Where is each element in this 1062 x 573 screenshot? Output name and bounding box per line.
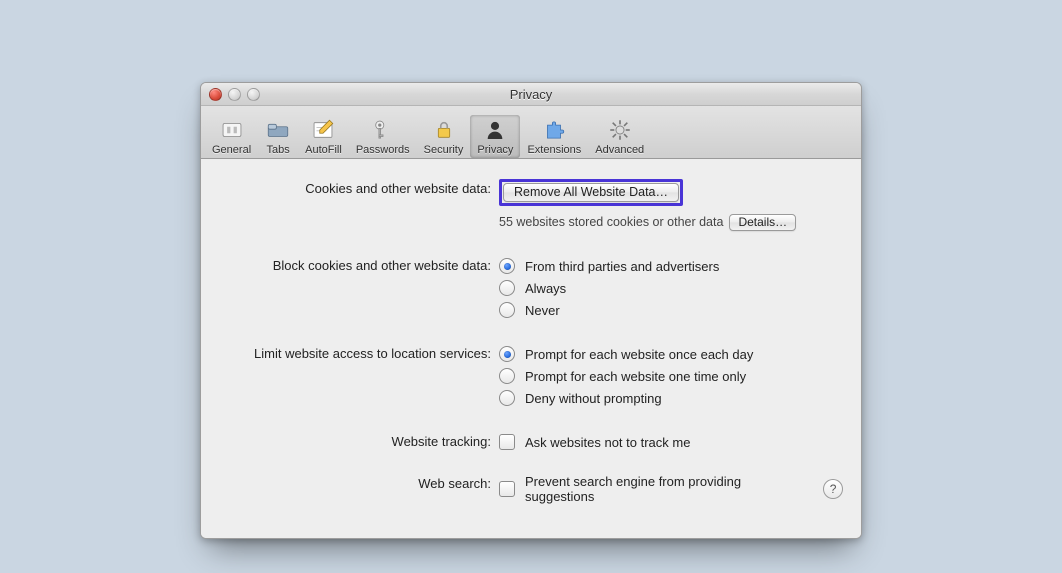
toolbar-label: Security xyxy=(424,144,464,156)
toolbar-label: Advanced xyxy=(595,144,644,156)
radio-location-daily[interactable] xyxy=(499,346,515,362)
highlight: Remove All Website Data… xyxy=(499,179,683,206)
help-button[interactable]: ? xyxy=(823,479,843,499)
pencil-form-icon xyxy=(310,117,336,143)
toolbar-label: Extensions xyxy=(527,144,581,156)
titlebar: Privacy xyxy=(201,83,861,106)
radio-block-never[interactable] xyxy=(499,302,515,318)
privacy-pane: Cookies and other website data: Remove A… xyxy=(201,159,861,538)
label-websearch: Web search: xyxy=(219,474,499,491)
toolbar-tab-general[interactable]: General xyxy=(205,115,258,158)
toolbar-tab-privacy[interactable]: Privacy xyxy=(470,115,520,158)
radio-label: Prompt for each website one time only xyxy=(525,369,746,384)
label-cookies: Cookies and other website data: xyxy=(219,179,499,196)
row-block-cookies: Block cookies and other website data: Fr… xyxy=(219,256,843,320)
toolbar-tab-advanced[interactable]: Advanced xyxy=(588,115,651,158)
toolbar-tab-security[interactable]: Security xyxy=(417,115,471,158)
row-cookies: Cookies and other website data: Remove A… xyxy=(219,179,843,232)
radio-label: Deny without prompting xyxy=(525,391,662,406)
radio-block-always[interactable] xyxy=(499,280,515,296)
toolbar-label: Tabs xyxy=(267,144,290,156)
window-controls xyxy=(209,88,260,101)
checkbox-label: Prevent search engine from providing sug… xyxy=(525,474,811,504)
toolbar-tab-extensions[interactable]: Extensions xyxy=(520,115,588,158)
radio-block-third-parties[interactable] xyxy=(499,258,515,274)
checkbox-label: Ask websites not to track me xyxy=(525,435,690,450)
cookies-status-text: 55 websites stored cookies or other data xyxy=(499,215,723,229)
radio-label: Always xyxy=(525,281,566,296)
label-location: Limit website access to location service… xyxy=(219,344,499,361)
tabs-icon xyxy=(265,117,291,143)
radio-location-deny[interactable] xyxy=(499,390,515,406)
checkbox-do-not-track[interactable] xyxy=(499,434,515,450)
details-button[interactable]: Details… xyxy=(729,214,796,231)
preferences-window: Privacy General Tabs AutoFill Passw xyxy=(200,82,862,539)
close-window-button[interactable] xyxy=(209,88,222,101)
switch-icon xyxy=(219,117,245,143)
silhouette-icon xyxy=(482,117,508,143)
toolbar-label: Passwords xyxy=(356,144,410,156)
row-websearch: Web search: Prevent search engine from p… xyxy=(219,474,843,504)
radio-label: From third parties and advertisers xyxy=(525,259,719,274)
toolbar-tab-tabs[interactable]: Tabs xyxy=(258,115,298,158)
window-title: Privacy xyxy=(201,87,861,102)
toolbar-tab-autofill[interactable]: AutoFill xyxy=(298,115,349,158)
row-location: Limit website access to location service… xyxy=(219,344,843,408)
toolbar-tab-passwords[interactable]: Passwords xyxy=(349,115,417,158)
remove-all-website-data-button[interactable]: Remove All Website Data… xyxy=(503,183,679,202)
preferences-toolbar: General Tabs AutoFill Passwords Security xyxy=(201,106,861,159)
puzzle-icon xyxy=(541,117,567,143)
gear-icon xyxy=(607,117,633,143)
radio-label: Never xyxy=(525,303,560,318)
toolbar-label: General xyxy=(212,144,251,156)
row-tracking: Website tracking: Ask websites not to tr… xyxy=(219,432,843,452)
label-tracking: Website tracking: xyxy=(219,432,499,449)
checkbox-prevent-suggestions[interactable] xyxy=(499,481,515,497)
lock-icon xyxy=(431,117,457,143)
radio-label: Prompt for each website once each day xyxy=(525,347,753,362)
label-block-cookies: Block cookies and other website data: xyxy=(219,256,499,273)
zoom-window-button[interactable] xyxy=(247,88,260,101)
key-icon xyxy=(370,117,396,143)
minimize-window-button[interactable] xyxy=(228,88,241,101)
radio-location-once[interactable] xyxy=(499,368,515,384)
toolbar-label: Privacy xyxy=(477,144,513,156)
toolbar-label: AutoFill xyxy=(305,144,342,156)
